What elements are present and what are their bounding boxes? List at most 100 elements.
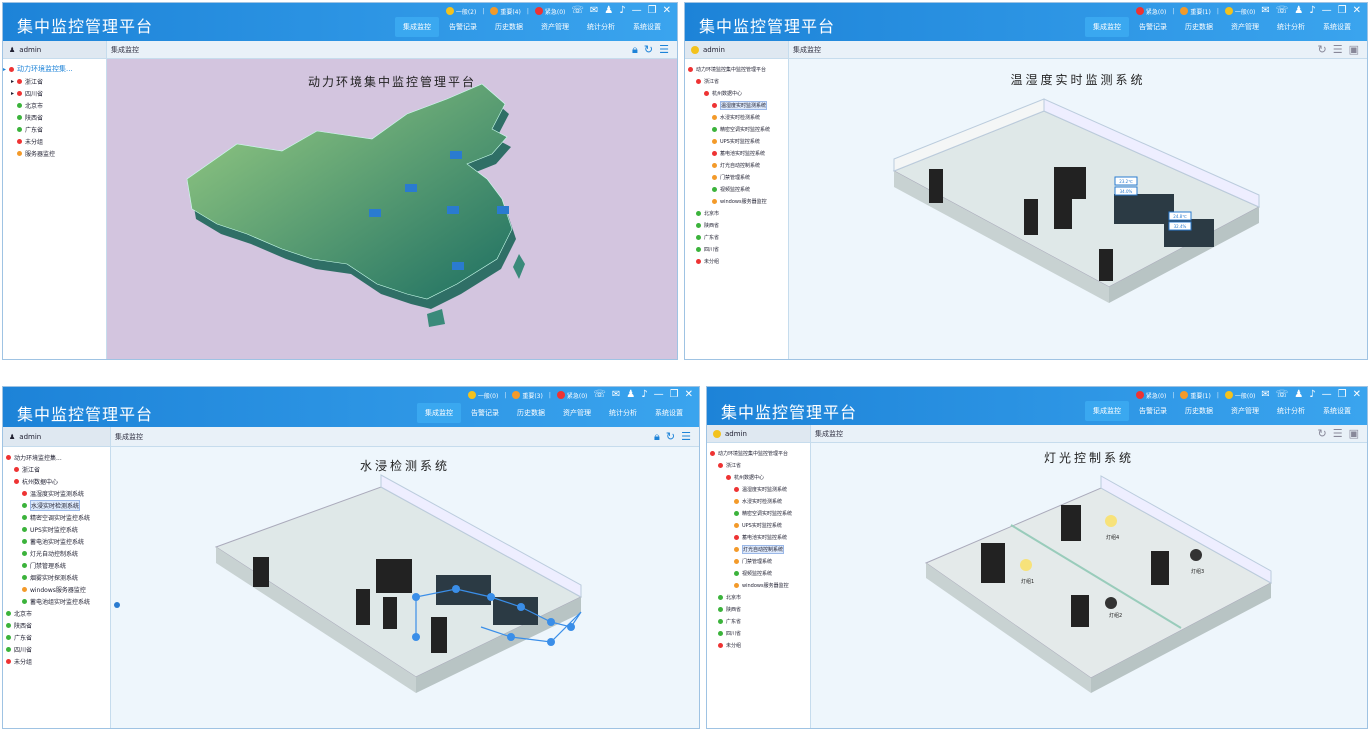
nav-stats[interactable]: 统计分析 bbox=[1269, 401, 1313, 421]
tree-item[interactable]: 动力环境监控集中监控管理平台 bbox=[685, 63, 788, 75]
tree-item[interactable]: 北京市 bbox=[685, 207, 788, 219]
nav-asset[interactable]: 资产管理 bbox=[555, 403, 599, 423]
nav-alarm[interactable]: 告警记录 bbox=[441, 17, 485, 37]
sound-icon[interactable]: ♪ bbox=[1309, 390, 1315, 400]
refresh-icon[interactable]: ↻ bbox=[644, 43, 653, 56]
tree-item[interactable]: 水浸实时检测系统 bbox=[3, 499, 110, 511]
tree-item[interactable]: 陕西省 bbox=[3, 111, 106, 123]
tree-item[interactable]: ▸ 四川省 bbox=[3, 87, 106, 99]
user-icon[interactable]: ♟ bbox=[1294, 6, 1303, 16]
phone-icon[interactable]: ☏ bbox=[1276, 6, 1289, 16]
nav-settings[interactable]: 系统设置 bbox=[647, 403, 691, 423]
sound-icon[interactable]: ♪ bbox=[1309, 6, 1315, 16]
sound-icon[interactable]: ♪ bbox=[641, 390, 647, 400]
tree-item[interactable]: 杭州数据中心 bbox=[3, 475, 110, 487]
tree-item[interactable]: 北京市 bbox=[3, 607, 110, 619]
close-icon[interactable]: ✕ bbox=[685, 390, 693, 400]
tree-item[interactable]: 蓄电池组实时监控系统 bbox=[3, 595, 110, 607]
tree-item[interactable]: UPS实时监控系统 bbox=[685, 135, 788, 147]
phone-icon[interactable]: ☏ bbox=[571, 6, 584, 16]
tree-item[interactable]: UPS实时监控系统 bbox=[707, 519, 810, 531]
list-icon[interactable]: ☰ bbox=[681, 430, 691, 443]
refresh-icon[interactable]: ↻ bbox=[1318, 427, 1327, 440]
phone-icon[interactable]: ☏ bbox=[1276, 390, 1289, 400]
nav-history[interactable]: 历史数据 bbox=[1177, 401, 1221, 421]
tree-item[interactable]: 浙江省 bbox=[685, 75, 788, 87]
alarm-count[interactable]: 重要(3) bbox=[522, 391, 543, 400]
alarm-count[interactable]: 一般(0) bbox=[478, 391, 499, 400]
tree-item[interactable]: 视频监控系统 bbox=[685, 183, 788, 195]
tree-item[interactable]: 北京市 bbox=[3, 99, 106, 111]
tree-item[interactable]: 门禁管理系统 bbox=[3, 559, 110, 571]
tree-item[interactable]: 精密空调实时监控系统 bbox=[3, 511, 110, 523]
nav-monitor[interactable]: 集成监控 bbox=[417, 403, 461, 423]
mail-icon[interactable]: ✉ bbox=[590, 6, 598, 16]
alarm-count[interactable]: 一般(0) bbox=[1235, 7, 1256, 16]
minimize-icon[interactable]: — bbox=[1322, 390, 1332, 400]
tree-item[interactable]: 陕西省 bbox=[707, 603, 810, 615]
tree-item[interactable]: 灯光自动控制系统 bbox=[3, 547, 110, 559]
alarm-count[interactable]: 紧急(0) bbox=[545, 7, 566, 16]
nav-monitor[interactable]: 集成监控 bbox=[1085, 401, 1129, 421]
nav-asset[interactable]: 资产管理 bbox=[1223, 401, 1267, 421]
alarm-count[interactable]: 紧急(0) bbox=[567, 391, 588, 400]
list-icon[interactable]: ☰ bbox=[1333, 427, 1343, 440]
lock-icon[interactable]: 🔒︎ bbox=[654, 430, 660, 444]
alarm-count[interactable]: 重要(1) bbox=[1190, 391, 1211, 400]
user-icon[interactable]: ♟ bbox=[604, 6, 613, 16]
tree-item[interactable]: 精密空调实时监控系统 bbox=[685, 123, 788, 135]
image-icon[interactable]: ▣ bbox=[1349, 43, 1359, 56]
nav-stats[interactable]: 统计分析 bbox=[601, 403, 645, 423]
tree-item[interactable]: 陕西省 bbox=[3, 619, 110, 631]
mail-icon[interactable]: ✉ bbox=[1261, 6, 1269, 16]
list-icon[interactable]: ☰ bbox=[1333, 43, 1343, 56]
restore-icon[interactable]: ❐ bbox=[1338, 6, 1347, 16]
tree-item[interactable]: windows服务器监控 bbox=[685, 195, 788, 207]
tree-item[interactable]: 水浸实时检测系统 bbox=[707, 495, 810, 507]
tree-item[interactable]: 未分组 bbox=[3, 135, 106, 147]
nav-alarm[interactable]: 告警记录 bbox=[463, 403, 507, 423]
tree-item[interactable]: 水浸实时检测系统 bbox=[685, 111, 788, 123]
user-icon[interactable]: ♟ bbox=[626, 390, 635, 400]
tree-item[interactable]: 未分组 bbox=[3, 655, 110, 667]
tree-item[interactable]: 视频监控系统 bbox=[707, 567, 810, 579]
tree-item[interactable]: 精密空调实时监控系统 bbox=[707, 507, 810, 519]
tree-item[interactable]: 动力环境监控集... bbox=[3, 451, 110, 463]
tree-item[interactable]: 灯光自动控制系统 bbox=[685, 159, 788, 171]
tree-item[interactable]: 四川省 bbox=[685, 243, 788, 255]
nav-history[interactable]: 历史数据 bbox=[509, 403, 553, 423]
nav-stats[interactable]: 统计分析 bbox=[579, 17, 623, 37]
alarm-count[interactable]: 紧急(0) bbox=[1146, 391, 1167, 400]
tree-item[interactable]: 未分组 bbox=[707, 639, 810, 651]
alarm-count[interactable]: 一般(2) bbox=[456, 7, 477, 16]
tree-item[interactable]: 蓄电池实时监控系统 bbox=[3, 535, 110, 547]
close-icon[interactable]: ✕ bbox=[1353, 6, 1361, 16]
tree-item[interactable]: 北京市 bbox=[707, 591, 810, 603]
tree-item[interactable]: 浙江省 bbox=[3, 463, 110, 475]
alarm-count[interactable]: 重要(1) bbox=[1190, 7, 1211, 16]
tree-item[interactable]: 陕西省 bbox=[685, 219, 788, 231]
nav-alarm[interactable]: 告警记录 bbox=[1131, 17, 1175, 37]
tree-item[interactable]: windows服务器监控 bbox=[3, 583, 110, 595]
image-icon[interactable]: ▣ bbox=[1349, 427, 1359, 440]
tree-item[interactable]: 温湿度实时监测系统 bbox=[3, 487, 110, 499]
nav-asset[interactable]: 资产管理 bbox=[533, 17, 577, 37]
nav-history[interactable]: 历史数据 bbox=[487, 17, 531, 37]
nav-alarm[interactable]: 告警记录 bbox=[1131, 401, 1175, 421]
restore-icon[interactable]: ❐ bbox=[670, 390, 679, 400]
tree-item[interactable]: 温湿度实时监测系统 bbox=[685, 99, 788, 111]
tree-item[interactable]: 灯光自动控制系统 bbox=[707, 543, 810, 555]
nav-settings[interactable]: 系统设置 bbox=[1315, 17, 1359, 37]
tree-item[interactable]: 四川省 bbox=[3, 643, 110, 655]
tree-item[interactable]: 四川省 bbox=[707, 627, 810, 639]
tree-item[interactable]: 未分组 bbox=[685, 255, 788, 267]
list-icon[interactable]: ☰ bbox=[659, 43, 669, 56]
tree-item[interactable]: windows服务器监控 bbox=[707, 579, 810, 591]
minimize-icon[interactable]: — bbox=[632, 6, 642, 16]
tree-item[interactable]: UPS实时监控系统 bbox=[3, 523, 110, 535]
tree-item[interactable]: 烟雾实时探测系统 bbox=[3, 571, 110, 583]
tree-item[interactable]: ▸ 浙江省 bbox=[3, 75, 106, 87]
phone-icon[interactable]: ☏ bbox=[593, 390, 606, 400]
restore-icon[interactable]: ❐ bbox=[1338, 390, 1347, 400]
restore-icon[interactable]: ❐ bbox=[648, 6, 657, 16]
